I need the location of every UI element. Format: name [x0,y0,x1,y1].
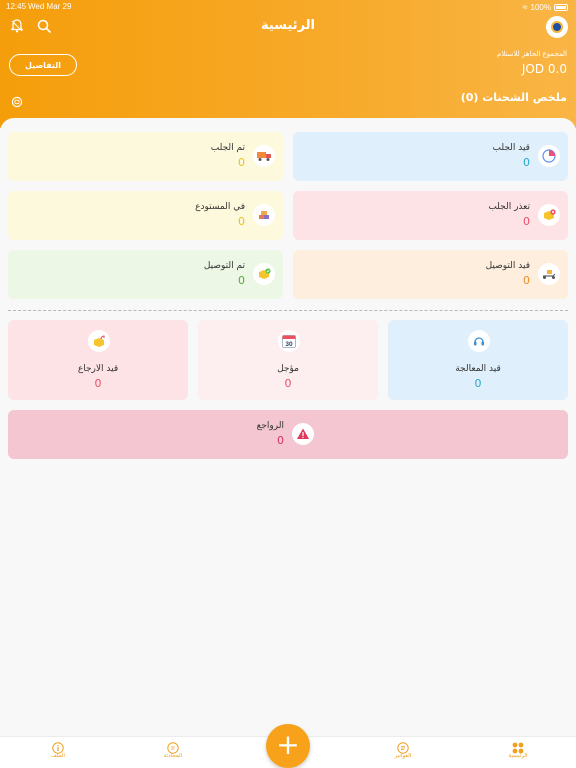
card-value: 0 [523,156,530,169]
card-value: 0 [238,215,245,228]
add-shipment-button[interactable]: + [266,724,310,768]
card-label: تعذر الجلب [488,202,530,212]
card-picked-up[interactable]: تم الجلب 0 [8,132,283,181]
chat-icon [167,739,179,754]
card-value: 0 [284,377,292,390]
status-date: Wed Mar 29 [28,2,72,11]
box-error-icon [538,204,560,226]
tab-chat[interactable]: المحادثة [143,738,203,766]
page-title: الرئيسية [260,18,316,33]
card-returning[interactable]: قيد الارجاع 0 [8,320,188,400]
tab-invoices[interactable]: الفواتير [373,738,433,766]
section-divider [8,310,568,311]
card-value: 0 [94,377,102,390]
card-label: الرواجع [256,421,284,431]
refresh-icon[interactable] [11,93,23,108]
delivery-scooter-icon [538,263,560,285]
card-label: مؤجل [277,364,299,374]
card-label: قيد التوصيل [485,261,530,271]
ready-amount-label: المجموع الجاهز للاستلام [496,50,567,58]
status-right: ≈ 100% [523,2,568,12]
card-value: 0 [474,377,482,390]
invoice-icon [397,739,409,754]
warning-icon [292,423,314,445]
card-returns[interactable]: الرواجع 0 [8,410,568,459]
battery-icon [554,3,568,11]
card-value: 0 [523,215,530,228]
truck-icon [253,145,275,167]
card-in-delivery[interactable]: قيد التوصيل 0 [293,250,568,299]
calendar-day: 30 [285,341,293,348]
headset-icon [468,330,490,352]
card-label: قيد الارجاع [77,364,119,374]
tab-home[interactable]: الرئيسية [488,738,548,766]
details-button[interactable]: التفاصيل [9,54,77,76]
info-icon [52,739,64,754]
tab-label: المحادثة [163,753,183,759]
card-processing[interactable]: قيد المعالجة 0 [388,320,568,400]
status-bar: 12:45 Wed Mar 29 ≈ 100% [0,0,576,14]
tab-label: الفواتير [394,753,412,759]
battery-percent: 100% [530,2,551,12]
card-label: تم الجلب [210,143,245,153]
box-return-icon [88,330,110,352]
clock-pie-icon [538,145,560,167]
box-check-icon [253,263,275,285]
card-pickup-pending[interactable]: قيد الجلب 0 [293,132,568,181]
ready-amount-value: JOD 0.0 [521,62,567,76]
logo-icon [551,21,563,33]
tab-profile[interactable]: الملف [28,738,88,766]
card-value: 0 [238,274,245,287]
card-value: 0 [277,434,284,447]
card-label: تم التوصيل [203,261,245,271]
card-label: قيد الجلب [492,143,530,153]
tab-label: الملف [51,753,65,759]
grid-icon [512,739,524,754]
card-in-warehouse[interactable]: في المستودع 0 [8,191,283,240]
card-postponed[interactable]: 30 مؤجل 0 [198,320,378,400]
avatar[interactable] [546,16,568,38]
calendar-icon: 30 [278,330,300,352]
tab-label: الرئيسية [508,753,528,759]
shipments-summary-title: ملخص الشحنات (0) [460,91,567,104]
warehouse-boxes-icon [253,204,275,226]
card-label: في المستودع [195,202,245,212]
card-value: 0 [523,274,530,287]
card-pickup-failed[interactable]: تعذر الجلب 0 [293,191,568,240]
card-delivered[interactable]: تم التوصيل 0 [8,250,283,299]
card-value: 0 [238,156,245,169]
wifi-icon: ≈ [522,2,528,12]
status-time: 12:45 [6,2,27,11]
card-label: قيد المعالجة [455,364,501,374]
